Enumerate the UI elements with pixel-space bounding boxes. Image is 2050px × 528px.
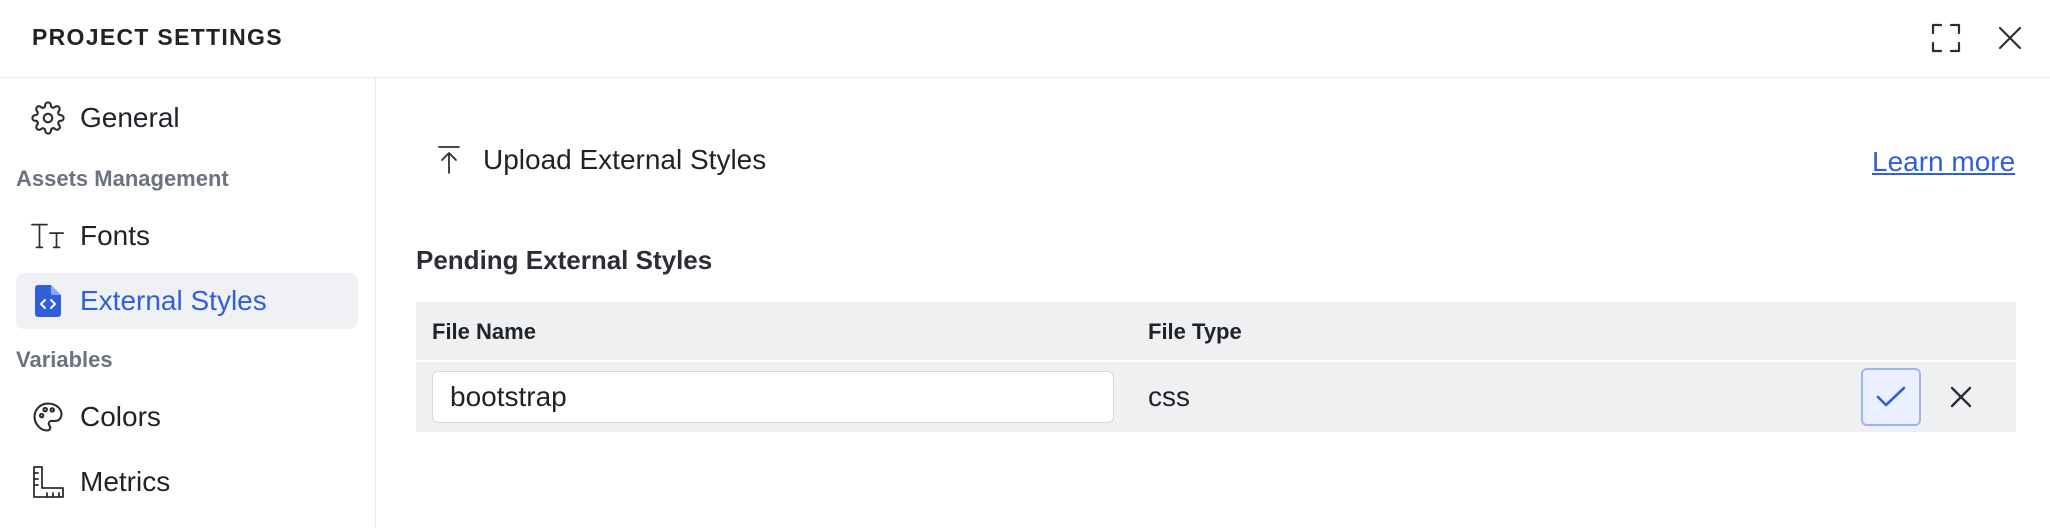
pending-styles-table: File Name File Type css xyxy=(416,302,2016,432)
cancel-button[interactable] xyxy=(1939,375,1983,419)
section-label-assets: Assets Management xyxy=(16,166,229,191)
sidebar-item-metrics[interactable]: Metrics xyxy=(16,454,358,510)
column-header-file-type: File Type xyxy=(1148,319,1242,344)
ruler-icon xyxy=(30,464,66,500)
sidebar-item-label: General xyxy=(80,102,180,133)
upload-icon xyxy=(433,144,465,176)
confirm-button[interactable] xyxy=(1861,368,1921,426)
column-header-file-name: File Name xyxy=(432,319,536,344)
expand-icon xyxy=(1931,23,1961,53)
table-row: css xyxy=(416,362,2016,432)
sidebar-item-label: Metrics xyxy=(80,466,171,497)
sidebar-item-fonts[interactable]: Fonts xyxy=(16,208,358,264)
check-icon xyxy=(1876,386,1906,407)
dialog-title: PROJECT SETTINGS xyxy=(32,24,283,50)
table-header: File Name File Type xyxy=(416,302,2016,362)
sidebar-item-label: External Styles xyxy=(80,285,267,316)
section-label-variables: Variables xyxy=(16,347,113,372)
close-icon xyxy=(1998,26,2022,50)
code-file-icon xyxy=(30,283,66,319)
upload-label: Upload External Styles xyxy=(483,144,767,175)
file-type-cell: css xyxy=(1148,381,1190,412)
sidebar-item-label: Fonts xyxy=(80,220,151,251)
file-name-input[interactable] xyxy=(432,371,1114,423)
settings-sidebar: General Assets Management Fonts External… xyxy=(0,78,376,528)
upload-external-styles-button[interactable]: Upload External Styles xyxy=(433,140,766,180)
close-icon xyxy=(1950,386,1972,408)
pending-styles-heading: Pending External Styles xyxy=(416,245,713,275)
gear-icon xyxy=(30,100,66,136)
sidebar-item-external-styles[interactable]: External Styles xyxy=(16,273,358,329)
expand-button[interactable] xyxy=(1928,20,1964,56)
palette-icon xyxy=(30,399,66,435)
main-panel: Upload External Styles Learn more Pendin… xyxy=(377,78,2050,528)
learn-more-link[interactable]: Learn more xyxy=(1872,146,2015,178)
font-icon xyxy=(30,218,66,254)
dialog-header: PROJECT SETTINGS xyxy=(0,0,2050,78)
close-button[interactable] xyxy=(1992,20,2028,56)
sidebar-item-general[interactable]: General xyxy=(16,90,358,146)
sidebar-item-label: Colors xyxy=(80,401,161,432)
sidebar-item-colors[interactable]: Colors xyxy=(16,389,358,445)
